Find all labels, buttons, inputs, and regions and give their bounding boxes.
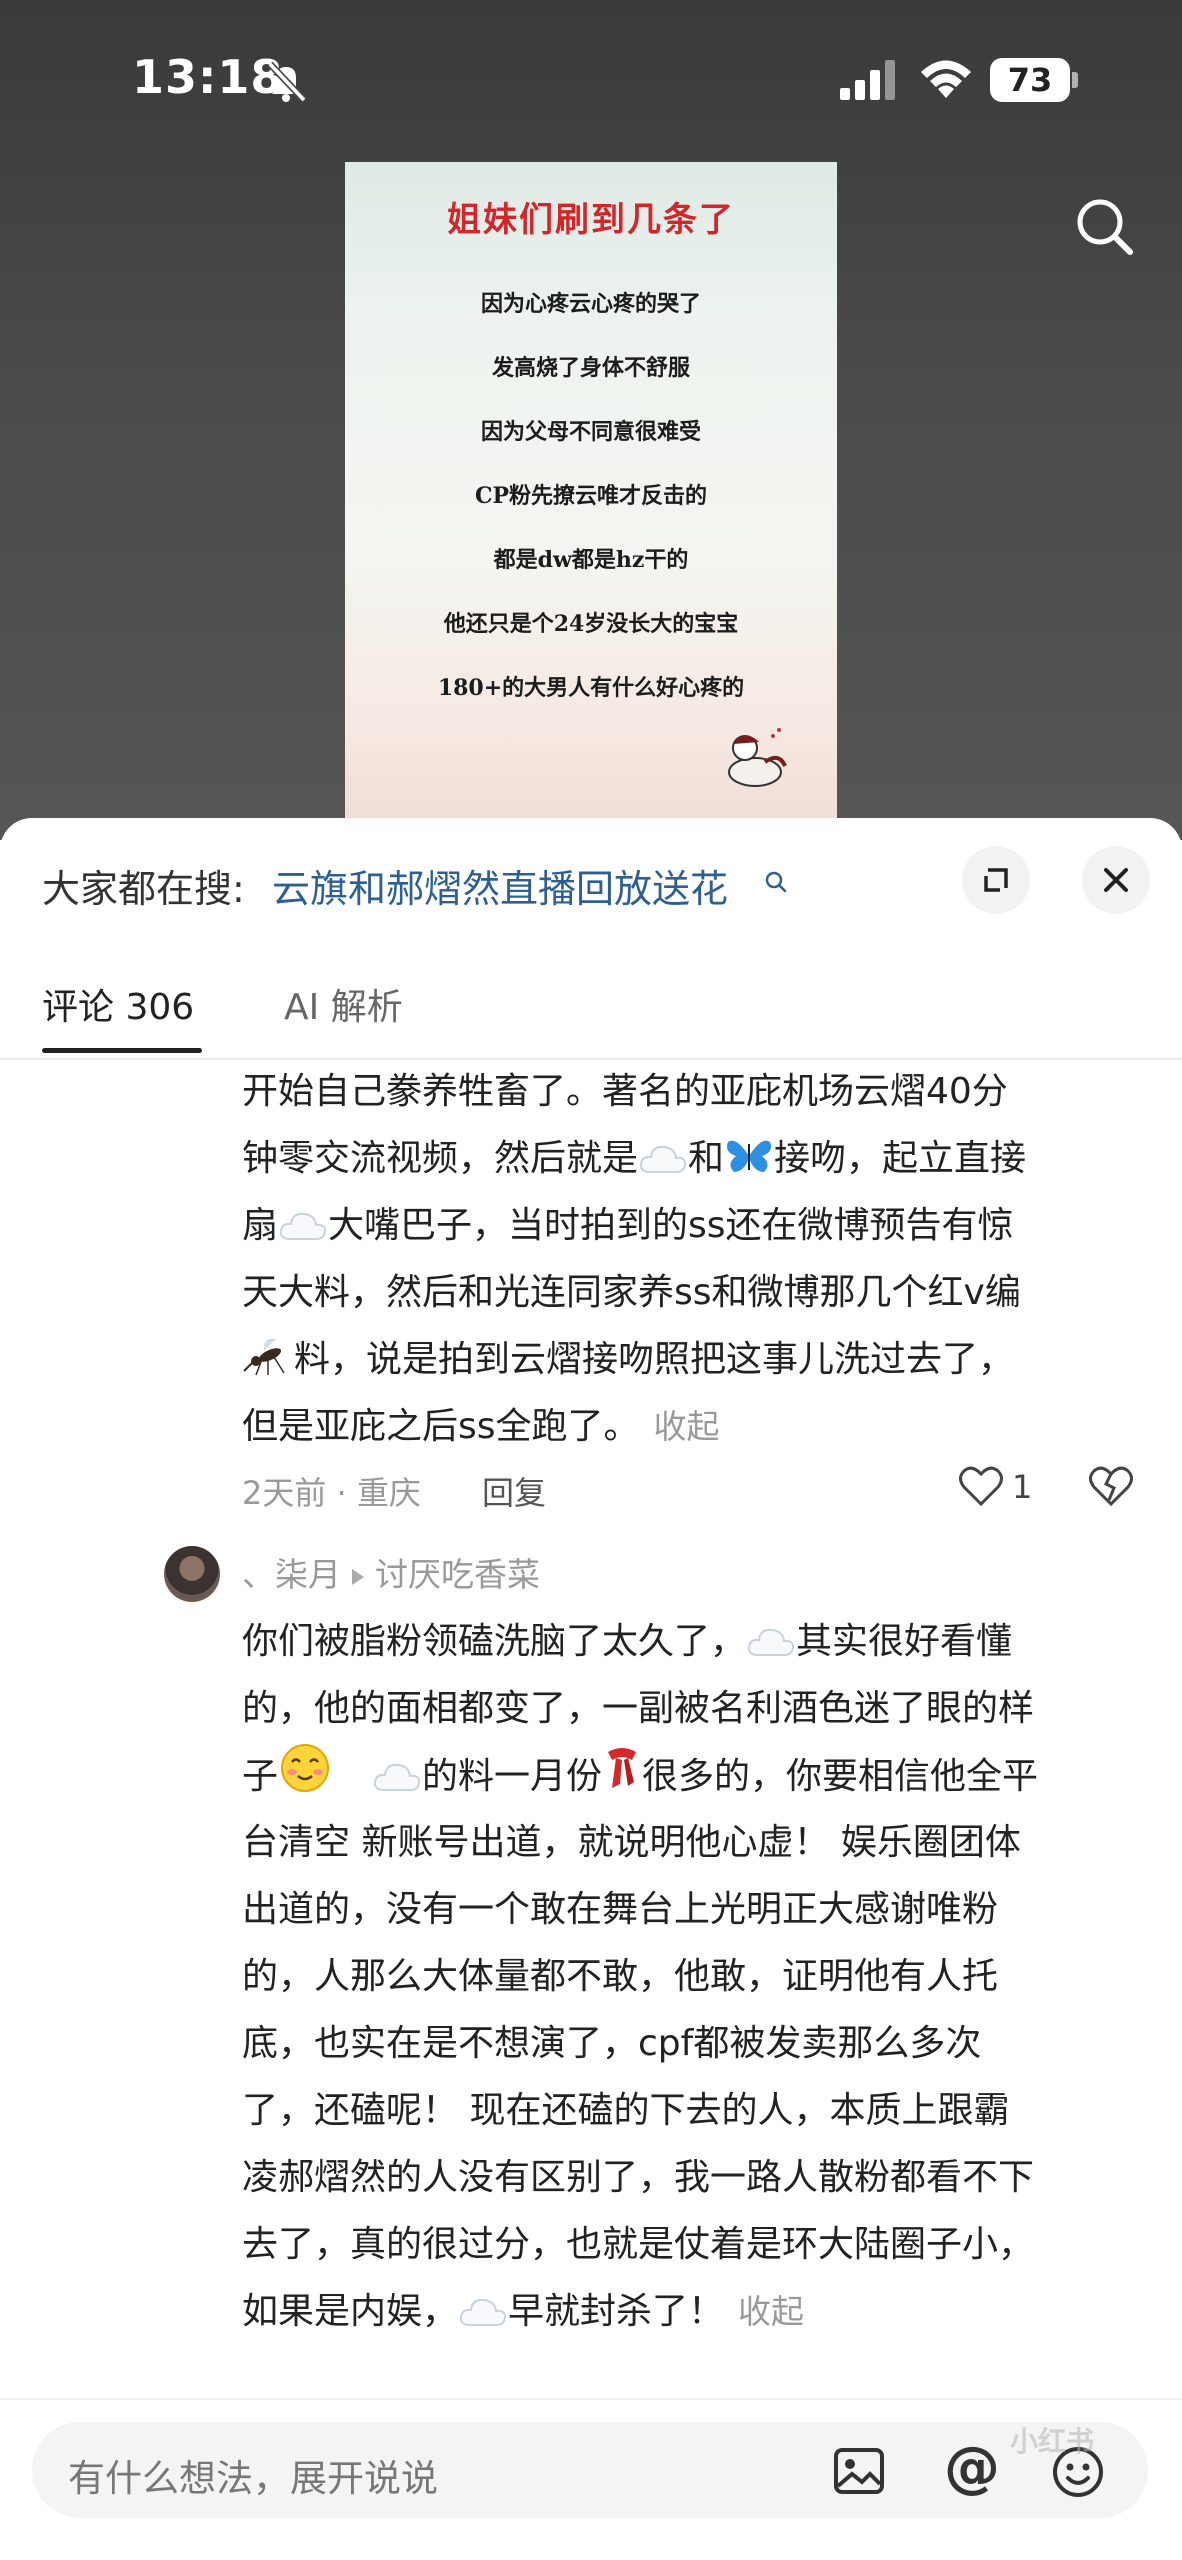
battery-indicator: 73 bbox=[990, 58, 1078, 102]
red-scarf-emoji-icon bbox=[608, 1748, 637, 1788]
comment-text-segment: 早就封杀了！ bbox=[508, 2291, 725, 2332]
comment-line: 了，还磕呢！ 现在还磕的下去的人，本质上跟霸 bbox=[242, 2090, 1010, 2131]
expand-icon[interactable] bbox=[962, 846, 1030, 914]
watermark: 小红书 bbox=[1010, 2425, 1095, 2458]
battery-tip bbox=[1072, 72, 1078, 88]
comment-line: 天大料，然后和光连同家养ss和微博那几个红v编 bbox=[242, 1272, 1021, 1313]
video-area[interactable]: 13:18 73 姐妹们刷到几条了 因为心疼云心疼的哭了 发高烧了身体不舒服 因… bbox=[0, 0, 1182, 840]
comment-text-segment: 如果是内娱， bbox=[242, 2291, 459, 2332]
comment-text-segment: 你们被脂粉领磕洗脑了太久了， bbox=[242, 1621, 747, 1662]
comment-text-segment: 接吻，起立直接 bbox=[774, 1138, 1027, 1179]
comment-line: 扇 大嘴巴子，当时拍到的ss还在微博预告有惊 bbox=[242, 1192, 1142, 1259]
cloud-emoji-icon bbox=[747, 1628, 795, 1656]
active-tab-indicator bbox=[42, 1048, 202, 1053]
comment-line: 子 的料一月份 很多的，你要相信他全平 bbox=[242, 1742, 1142, 1809]
bell-off-icon bbox=[267, 61, 307, 103]
mosquito-emoji-icon bbox=[243, 1338, 285, 1376]
sheet-header: 大家都在搜: 云旗和郝熠然直播回放送花 bbox=[0, 818, 1182, 958]
image-icon[interactable] bbox=[832, 2444, 886, 2498]
comment-author[interactable]: 、柒月 bbox=[242, 1555, 341, 1594]
comment-line: 开始自己豢养牲畜了。著名的亚庇机场云熠40分 bbox=[242, 1071, 1008, 1112]
comment-input-bar: 有什么想法，展开说说 @ bbox=[0, 2398, 1182, 2560]
broken-heart-icon[interactable] bbox=[1088, 1464, 1134, 1508]
comment-time-location: 2天前 · 重庆 bbox=[242, 1474, 421, 1512]
reply-target[interactable]: 讨厌吃香菜 bbox=[375, 1555, 540, 1594]
mention-icon[interactable]: @ bbox=[944, 2438, 1000, 2498]
comment-text-segment: 其实很好看懂 bbox=[796, 1621, 1013, 1662]
comment-line: 出道的，没有一个敢在舞台上光明正大感谢唯粉 bbox=[242, 1889, 999, 1930]
comment-input[interactable]: 有什么想法，展开说说 @ bbox=[32, 2422, 1148, 2518]
comment-line: 但是亚庇之后ss全跑了。 收起 bbox=[242, 1393, 1142, 1460]
trending-search-link[interactable]: 云旗和郝熠然直播回放送花 bbox=[272, 858, 728, 913]
butterfly-emoji-icon bbox=[727, 1140, 772, 1172]
video-line: 180+的大男人有什么好心疼的 bbox=[437, 675, 745, 701]
comment-text-segment: 钟零交流视频，然后就是 bbox=[242, 1138, 639, 1179]
video-line: 都是dw都是hz干的 bbox=[493, 547, 689, 573]
comment-meta: 2天前 · 重庆 回复 1 bbox=[242, 1466, 1142, 1518]
video-line: 因为父母不同意很难受 bbox=[480, 419, 701, 445]
status-time: 13:18 bbox=[132, 50, 284, 104]
cloud-emoji-icon bbox=[459, 2298, 507, 2326]
tab-comments[interactable]: 评论 306 bbox=[42, 978, 194, 1030]
battery-level: 73 bbox=[990, 58, 1070, 102]
video-line: 发高烧了身体不舒服 bbox=[491, 355, 690, 381]
tab-ai-analysis[interactable]: AI 解析 bbox=[284, 978, 403, 1030]
reply-button[interactable]: 回复 bbox=[482, 1468, 546, 1514]
comment-text-segment: 子 bbox=[242, 1756, 279, 1797]
collapse-link[interactable]: 收起 bbox=[654, 1407, 720, 1446]
comment-line: 你们被脂粉领磕洗脑了太久了， 其实很好看懂 bbox=[242, 1608, 1142, 1675]
video-line: CP粉先撩云唯才反击的 bbox=[474, 483, 708, 509]
trending-search-label: 大家都在搜: bbox=[42, 867, 245, 911]
video-line: 因为心疼云心疼的哭了 bbox=[480, 291, 701, 317]
collapse-link[interactable]: 收起 bbox=[738, 2292, 804, 2331]
comment-line: 的，他的面相都变了，一副被名利酒色迷了眼的样 bbox=[242, 1688, 1035, 1729]
cloud-emoji-icon bbox=[373, 1763, 421, 1791]
cartoon-figure-image bbox=[728, 728, 787, 787]
comment-line: 钟零交流视频，然后就是 和 接吻，起立直接 bbox=[242, 1125, 1142, 1192]
status-bar: 13:18 73 bbox=[0, 0, 1182, 160]
comments-sheet: 大家都在搜: 云旗和郝熠然直播回放送花 评论 306 AI 解析 开始自己豢养牲… bbox=[0, 818, 1182, 2560]
comment-text-segment: 料，说是拍到云熠接吻照把这事儿洗过去了， bbox=[294, 1339, 1015, 1380]
comment-text: 开始自己豢养牲畜了。著名的亚庇机场云熠40分 钟零交流视频，然后就是 和 接吻，起立… bbox=[242, 1058, 1142, 1460]
video-title: 姐妹们刷到几条了 bbox=[447, 200, 735, 240]
reply-arrow-icon bbox=[352, 1569, 364, 1585]
like-count: 1 bbox=[1012, 1468, 1033, 1506]
cloud-emoji-icon bbox=[279, 1212, 327, 1240]
comment-text-segment: 扇 bbox=[242, 1205, 279, 1246]
sheet-tabs: 评论 306 AI 解析 bbox=[0, 968, 1182, 1058]
comment-author-line: 、柒月 讨厌吃香菜 bbox=[242, 1548, 540, 1596]
search-icon[interactable] bbox=[764, 870, 788, 894]
comment-text-segment: 的料一月份 bbox=[422, 1756, 603, 1797]
search-icon[interactable] bbox=[1068, 190, 1142, 264]
comment-line: 凌郝熠然的人没有区别了，我一路人散粉都看不下 bbox=[242, 2157, 1035, 2198]
blushing-face-emoji-icon bbox=[281, 1744, 330, 1792]
comment-text-segment: 大嘴巴子，当时拍到的ss还在微博预告有惊 bbox=[328, 1205, 1014, 1246]
comment-text-segment: 但是亚庇之后ss全跑了。 bbox=[242, 1406, 640, 1447]
comment-line: 去了，真的很过分，也就是仗着是环大陆圈子小， bbox=[242, 2224, 1035, 2265]
cloud-emoji-icon bbox=[639, 1145, 687, 1173]
wifi-icon bbox=[921, 60, 971, 98]
avatar[interactable] bbox=[164, 1546, 220, 1602]
comment-text: 你们被脂粉领磕洗脑了太久了， 其实很好看懂 的，他的面相都变了，一副被名利酒色迷了… bbox=[242, 1608, 1142, 2345]
comment-line: 料，说是拍到云熠接吻照把这事儿洗过去了， bbox=[242, 1326, 1142, 1393]
comment-line: 如果是内娱， 早就封杀了！ 收起 bbox=[242, 2278, 1142, 2345]
comment-line: 台清空 新账号出道，就说明他心虚！ 娱乐圈团体 bbox=[242, 1822, 1021, 1863]
video-line: 他还只是个24岁没长大的宝宝 bbox=[443, 611, 739, 637]
comment-line: 底，也实在是不想演了，cpf都被发卖那么多次 bbox=[242, 2023, 982, 2064]
comment-text-segment: 很多的，你要相信他全平 bbox=[642, 1756, 1039, 1797]
comment-line: 的，人那么大体量都不敢，他敢，证明他有人托 bbox=[242, 1956, 999, 1997]
comment-text-segment: 和 bbox=[688, 1138, 725, 1179]
close-icon[interactable] bbox=[1082, 846, 1150, 914]
video-thumbnail[interactable]: 姐妹们刷到几条了 因为心疼云心疼的哭了 发高烧了身体不舒服 因为父母不同意很难受… bbox=[345, 162, 837, 832]
video-text-lines: 因为心疼云心疼的哭了 发高烧了身体不舒服 因为父母不同意很难受 CP粉先撩云唯才… bbox=[345, 272, 837, 720]
heart-icon[interactable] bbox=[958, 1464, 1004, 1508]
comment-input-placeholder: 有什么想法，展开说说 bbox=[68, 2457, 438, 2500]
signal-icon bbox=[840, 60, 895, 100]
